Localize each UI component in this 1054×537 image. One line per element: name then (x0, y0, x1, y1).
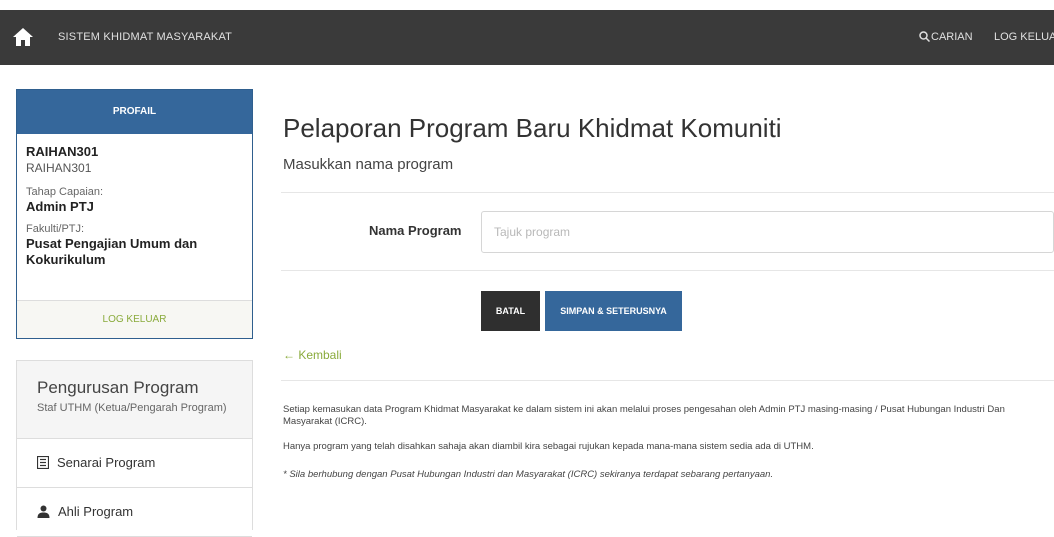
profile-username: RAIHAN301 (26, 144, 99, 159)
cancel-button[interactable]: BATAL (481, 291, 540, 331)
menu-item-label: Senarai Program (57, 455, 156, 470)
program-panel-header: Pengurusan Program Staf UTHM (Ketua/Peng… (17, 361, 252, 439)
program-panel-subtitle: Staf UTHM (Ketua/Pengarah Program) (37, 402, 227, 414)
logout-link[interactable]: LOG KELUAR (994, 31, 1054, 43)
info-note-contact: * Sila berhubung dengan Pusat Hubungan I… (283, 469, 774, 480)
menu-item-ahli-program[interactable]: Ahli Program (17, 488, 252, 537)
menu-item-senarai-program[interactable]: Senarai Program (17, 439, 252, 488)
menu-item-label: Ahli Program (58, 504, 134, 519)
profile-header: PROFAIL (17, 90, 252, 134)
list-icon (36, 455, 50, 470)
info-note-reference: Hanya program yang telah disahkan sahaja… (283, 441, 814, 452)
divider (281, 270, 1054, 271)
home-icon[interactable] (12, 27, 34, 47)
faculty-value: Pusat Pengajian Umum dan Kokurikulum (26, 236, 198, 267)
top-navbar: SISTEM KHIDMAT MASYARAKAT CARIAN LOG KEL… (0, 10, 1054, 65)
access-level-value: Admin PTJ (26, 199, 94, 214)
page-subtitle: Masukkan nama program (283, 156, 454, 173)
search-label: CARIAN (931, 31, 973, 43)
profile-logout-button[interactable]: LOG KELUAR (17, 300, 252, 338)
search-link[interactable]: CARIAN (919, 31, 973, 43)
divider (281, 380, 1054, 381)
faculty-label: Fakulti/PTJ: (26, 223, 85, 235)
brand-link[interactable]: SISTEM KHIDMAT MASYARAKAT (58, 31, 232, 43)
save-next-button[interactable]: SIMPAN & SETERUSNYA (545, 291, 682, 331)
page-title: Pelaporan Program Baru Khidmat Komuniti (283, 113, 782, 143)
back-link[interactable]: ← Kembali (283, 348, 342, 362)
access-level-label: Tahap Capaian: (26, 186, 104, 198)
info-note-validation: Setiap kemasukan data Program Khidmat Ma… (283, 404, 1005, 427)
search-icon (919, 31, 931, 43)
user-icon (37, 505, 50, 518)
program-name-input[interactable] (481, 211, 1054, 253)
divider (281, 192, 1054, 193)
program-name-label: Nama Program (369, 223, 462, 238)
profile-panel: PROFAIL RAIHAN301 RAIHAN301 Tahap Capaia… (16, 89, 253, 339)
program-panel: Pengurusan Program Staf UTHM (Ketua/Peng… (16, 360, 253, 537)
profile-username-sub: RAIHAN301 (26, 161, 92, 175)
program-panel-title: Pengurusan Program (37, 378, 199, 397)
